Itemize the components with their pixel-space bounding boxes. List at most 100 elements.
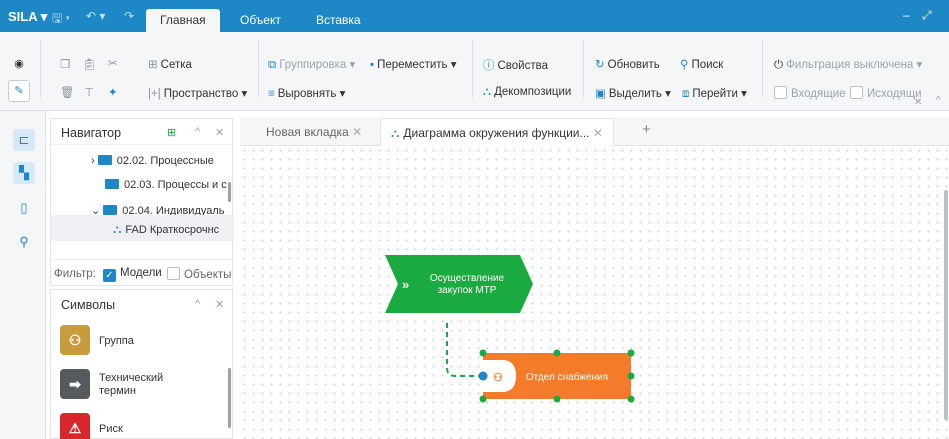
tab-diagram[interactable]: ⛬ Диаграмма окружения функции... ✕	[380, 118, 614, 146]
function-label-2: закупок МТР	[438, 285, 497, 296]
paste-icon[interactable]: 📋︎	[82, 57, 97, 71]
filter-toggle[interactable]: ⏻ Фильтрация выключена ▾	[774, 57, 922, 72]
tree-item[interactable]: 02.03. Процессы и с	[105, 179, 232, 191]
close-icon[interactable]: ✕	[215, 298, 224, 311]
document-tabs: Новая вкладка ✕ ⛬ Диаграмма окружения фун…	[240, 118, 949, 146]
style-icon[interactable]: ✦	[108, 85, 118, 99]
outgoing-check-icon	[850, 86, 863, 99]
goto-button[interactable]: ⧈ Перейти ▾	[682, 86, 747, 101]
redo-icon[interactable]: ↷	[124, 9, 134, 23]
space-icon: |+|	[148, 88, 161, 100]
group-button[interactable]: ⧉ Группировка ▾	[268, 57, 355, 72]
chevron-icon: »	[402, 277, 409, 292]
close-icon[interactable]: ✕	[215, 126, 224, 139]
resize-handle[interactable]	[627, 372, 635, 380]
navigator-title: Навигатор	[61, 126, 122, 140]
risk-symbol-icon[interactable]: ⚠	[60, 413, 90, 439]
delete-icon[interactable]: 🗑︎	[60, 85, 75, 99]
diagram-icon: ⛬	[391, 126, 400, 140]
symbols-icon[interactable]: ▚	[13, 162, 35, 184]
tab-object[interactable]: Объект	[240, 9, 281, 32]
resize-handle[interactable]	[553, 395, 561, 403]
grid-button[interactable]: ⊞ Сетка	[148, 57, 192, 71]
add-tab-icon[interactable]: +	[642, 118, 651, 146]
check-icon: ✓	[103, 269, 116, 282]
symbols-scrollbar[interactable]	[228, 368, 231, 428]
group-symbol-icon[interactable]: ⚇	[60, 325, 90, 355]
move-icon: ▪	[370, 59, 375, 71]
close-tab-icon[interactable]: ✕	[352, 125, 362, 139]
tab-new[interactable]: Новая вкладка ✕	[266, 118, 362, 146]
copy-icon[interactable]: ❐	[60, 57, 70, 71]
cut-icon[interactable]: ✂	[108, 56, 118, 70]
org-unit-label: Отдел снабжения	[526, 371, 608, 383]
decompositions-button[interactable]: ⛬ Декомпозиции	[483, 86, 571, 99]
diagram-icon: ⛬	[113, 222, 122, 236]
diagram-svg: » Осуществление закупок МТР ⚇ Отдел снаб…	[385, 255, 635, 403]
format-painter-icon[interactable]: ⊤	[84, 85, 94, 99]
document-icon[interactable]: ▯	[13, 197, 35, 219]
tab-insert[interactable]: Вставка	[316, 9, 361, 32]
tree-item-selected[interactable]: ⛬ FAD Краткосрочнс	[113, 222, 232, 237]
move-button[interactable]: ▪ Переместить ▾	[370, 57, 457, 71]
filter-models-checkbox[interactable]: ✓ Модели	[103, 267, 162, 282]
save-icon[interactable]: 🖫 ▾	[52, 9, 70, 30]
incoming-checkbox[interactable]: Входящие	[774, 86, 846, 100]
app-menu-button[interactable]: SILA ▾	[8, 9, 47, 25]
search-button[interactable]: ⚲ Поиск	[680, 57, 723, 71]
folder-icon	[97, 155, 112, 165]
new-model-icon[interactable]: ⊞	[167, 126, 176, 139]
collapse-ribbon-icon[interactable]: ^	[936, 95, 941, 106]
diagram-canvas[interactable]: » Осуществление закупок МТР ⚇ Отдел снаб…	[240, 146, 949, 439]
align-icon: ≡	[268, 88, 275, 100]
filter-label: Фильтр:	[54, 268, 96, 280]
group-icon: ⧉	[268, 59, 277, 71]
goto-icon: ⧈	[682, 88, 690, 100]
connection-line[interactable]	[446, 323, 483, 377]
filter-objects-checkbox[interactable]: Объекты	[167, 267, 231, 281]
navigator-scrollbar[interactable]	[228, 182, 231, 202]
close-ribbon-icon[interactable]: ✕	[914, 97, 922, 108]
power-icon: ⏻	[774, 59, 784, 71]
view-icon[interactable]: ◉	[8, 54, 30, 76]
space-button[interactable]: |+| Пространство ▾	[148, 86, 247, 100]
outgoing-checkbox[interactable]: Исходящи	[850, 86, 922, 100]
search-side-icon[interactable]: ⚲	[13, 231, 35, 253]
symbol-label: Группа	[99, 335, 134, 347]
collapse-icon[interactable]: ^	[195, 126, 200, 138]
refresh-icon: ↻	[595, 59, 605, 71]
uncheck-icon	[167, 267, 180, 280]
term-symbol-icon[interactable]: ➡	[60, 369, 90, 399]
resize-handle[interactable]	[479, 349, 487, 357]
close-tab-icon[interactable]: ✕	[593, 126, 603, 140]
align-button[interactable]: ≡ Выровнять ▾	[268, 86, 345, 100]
tab-home[interactable]: Главная	[146, 9, 220, 32]
minimize-icon[interactable]: –	[903, 8, 910, 22]
navigator-filter: Фильтр: ✓ Модели Объекты	[51, 259, 234, 287]
resize-handle[interactable]	[627, 349, 635, 357]
incoming-check-icon	[774, 86, 787, 99]
title-bar: SILA ▾ 🖫 ▾ ↶ ▾ ↷ Главная Объект Вставка …	[0, 0, 949, 32]
function-label-1: Осуществление	[430, 273, 505, 284]
search-icon: ⚲	[680, 59, 689, 71]
resize-handle[interactable]	[553, 349, 561, 357]
folder-icon	[105, 179, 119, 189]
resize-handle[interactable]	[479, 395, 487, 403]
navigator-icon[interactable]: ⊏	[13, 129, 35, 151]
select-button[interactable]: ▣ Выделить ▾	[595, 86, 671, 100]
symbols-panel: Символы ^ ✕ ⚇ Группа ➡ Технический термин…	[50, 289, 233, 439]
symbol-label: Риск	[99, 423, 123, 435]
undo-icon[interactable]: ↶ ▾	[86, 9, 105, 23]
canvas-scrollbar[interactable]	[944, 190, 948, 420]
collapse-icon[interactable]: ^	[195, 298, 200, 310]
navigator-panel: Навигатор ⊞ ^ ✕ › 02.02. Процессные 02.0…	[50, 118, 234, 287]
org-unit-icon: ⚇	[493, 372, 503, 384]
select-icon: ▣	[595, 88, 606, 100]
edit-mode-icon[interactable]: ✎	[8, 80, 30, 102]
refresh-button[interactable]: ↻ Обновить	[595, 57, 660, 71]
resize-handle[interactable]	[627, 395, 635, 403]
tree-item[interactable]: › 02.02. Процессные	[91, 155, 232, 167]
expand-icon[interactable]: ⤢	[922, 8, 932, 23]
properties-button[interactable]: ⓘ Свойства	[483, 57, 548, 73]
connection-anchor[interactable]	[478, 371, 488, 381]
